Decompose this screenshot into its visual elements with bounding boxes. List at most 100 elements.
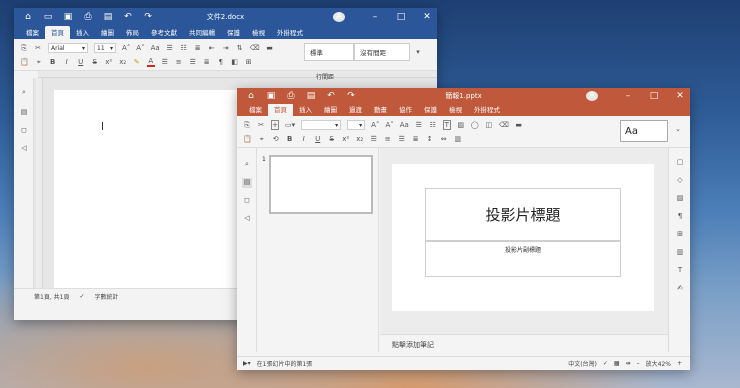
- menu-file[interactable]: 檔案: [243, 103, 268, 116]
- menu-protection[interactable]: 保護: [221, 26, 246, 39]
- menu-layout[interactable]: 佈局: [120, 26, 145, 39]
- align-center-icon[interactable]: ≡: [384, 135, 392, 143]
- font-size-select[interactable]: ▾: [347, 120, 366, 130]
- avatar[interactable]: A: [333, 12, 345, 22]
- superscript-icon[interactable]: x²: [342, 135, 350, 143]
- justify-icon[interactable]: ≣: [203, 58, 211, 66]
- redo-icon[interactable]: ↷: [345, 90, 357, 102]
- font-grow-icon[interactable]: A˄: [371, 121, 379, 129]
- text-direction-icon[interactable]: ⇔: [440, 135, 448, 143]
- slide-settings-icon[interactable]: ▢: [675, 158, 685, 168]
- slides-panel-icon[interactable]: ▤: [242, 178, 252, 188]
- font-name-select[interactable]: Arial ▾: [48, 43, 88, 53]
- folder-icon[interactable]: ▭: [42, 11, 54, 23]
- fit-width-icon[interactable]: ⇹: [626, 360, 631, 367]
- menu-insert[interactable]: 插入: [70, 26, 95, 39]
- undo-icon[interactable]: ↶: [122, 11, 134, 23]
- menu-plugins[interactable]: 外掛程式: [271, 26, 309, 39]
- font-size-select[interactable]: 11 ▾: [94, 43, 116, 53]
- style-no-spacing[interactable]: 沒有間距: [354, 43, 410, 61]
- paragraph-settings-icon[interactable]: ¶: [675, 212, 685, 222]
- shape-icon[interactable]: ▬: [266, 44, 274, 52]
- change-case-icon[interactable]: Aa: [400, 121, 409, 129]
- align-left-icon[interactable]: ☰: [161, 58, 169, 66]
- indent-increase-icon[interactable]: ⇥: [222, 44, 230, 52]
- align-center-icon[interactable]: ≡: [175, 58, 183, 66]
- align-right-icon[interactable]: ☰: [398, 135, 406, 143]
- eraser-icon[interactable]: ⌫: [499, 121, 509, 129]
- format-painter-icon[interactable]: ⌖: [35, 58, 43, 67]
- feedback-icon[interactable]: ◁: [19, 144, 29, 154]
- save-icon[interactable]: ▣: [62, 11, 74, 23]
- align-right-icon[interactable]: ☰: [189, 58, 197, 66]
- columns-icon[interactable]: ▥: [454, 135, 462, 143]
- add-slide-icon[interactable]: +: [271, 120, 279, 130]
- quick-print-icon[interactable]: ▤: [305, 90, 317, 102]
- numbering-icon[interactable]: ☷: [180, 44, 188, 52]
- theme-preview[interactable]: Aa: [620, 120, 668, 142]
- menu-file[interactable]: 檔案: [20, 26, 45, 39]
- print-icon[interactable]: ⎙: [82, 11, 94, 23]
- minimize-icon[interactable]: –: [622, 91, 634, 101]
- bold-icon[interactable]: B: [286, 135, 294, 143]
- text-art-icon[interactable]: T: [675, 266, 685, 276]
- menu-draw[interactable]: 繪圖: [95, 26, 120, 39]
- chat-icon[interactable]: ◻: [19, 126, 29, 136]
- eraser-icon[interactable]: ⌫: [250, 44, 260, 52]
- align-left-icon[interactable]: ☰: [370, 135, 378, 143]
- sort-icon[interactable]: ⇅: [236, 44, 244, 52]
- menu-plugins[interactable]: 外掛程式: [468, 103, 506, 116]
- home-icon[interactable]: ⌂: [245, 90, 257, 102]
- subscript-icon[interactable]: x₂: [356, 135, 364, 143]
- language-select[interactable]: 中文(台灣): [568, 359, 597, 368]
- text-box-icon[interactable]: T: [442, 120, 451, 130]
- chart-settings-icon[interactable]: ▥: [675, 248, 685, 258]
- bold-icon[interactable]: B: [49, 58, 57, 66]
- zoom-out-icon[interactable]: –: [637, 360, 640, 367]
- borders-icon[interactable]: ⊞: [245, 58, 253, 66]
- arrange-icon[interactable]: ◫: [485, 121, 493, 129]
- avatar[interactable]: A: [586, 91, 598, 101]
- font-color-icon[interactable]: A: [146, 57, 155, 67]
- indent-decrease-icon[interactable]: ⇤: [208, 44, 216, 52]
- cut-icon[interactable]: ✂: [257, 121, 265, 129]
- font-name-select[interactable]: ▾: [301, 120, 342, 130]
- print-icon[interactable]: ⎙: [285, 90, 297, 102]
- strikethrough-icon[interactable]: S: [328, 135, 336, 143]
- menu-home[interactable]: 首頁: [45, 26, 70, 39]
- slide-thumbnail[interactable]: [269, 155, 373, 214]
- comments-icon[interactable]: ◻: [242, 196, 252, 206]
- spellcheck-icon[interactable]: ✓: [603, 360, 608, 367]
- quick-print-icon[interactable]: ▤: [102, 11, 114, 23]
- normal-view-icon[interactable]: ▦: [614, 360, 620, 367]
- maximize-icon[interactable]: □: [395, 12, 407, 22]
- menu-collaboration[interactable]: 共同編輯: [183, 26, 221, 39]
- line-spacing-icon[interactable]: ↕: [426, 135, 434, 143]
- menu-insert[interactable]: 插入: [293, 103, 318, 116]
- menu-transitions[interactable]: 過渡: [343, 103, 368, 116]
- menu-references[interactable]: 參考文獻: [145, 26, 183, 39]
- format-painter-icon[interactable]: ⌖: [258, 135, 266, 144]
- shape-settings-icon[interactable]: ◇: [675, 176, 685, 186]
- justify-icon[interactable]: ≣: [412, 135, 420, 143]
- search-icon[interactable]: ⌕: [242, 160, 252, 170]
- table-settings-icon[interactable]: ⊞: [675, 230, 685, 240]
- image-settings-icon[interactable]: ▨: [675, 194, 685, 204]
- shapes-icon[interactable]: ◯: [471, 121, 479, 129]
- highlight-icon[interactable]: ✎: [133, 58, 141, 66]
- shading-icon[interactable]: ◧: [231, 58, 239, 66]
- slide-layout-icon[interactable]: ▭▾: [285, 121, 295, 129]
- slideshow-icon[interactable]: ▶▾: [243, 360, 251, 367]
- undo-icon[interactable]: ↶: [325, 90, 337, 102]
- copy-icon[interactable]: ⎘: [20, 44, 28, 53]
- home-icon[interactable]: ⌂: [22, 11, 34, 23]
- cut-icon[interactable]: ✂: [34, 44, 42, 52]
- close-icon[interactable]: ✕: [421, 12, 433, 22]
- font-grow-icon[interactable]: A˄: [122, 44, 130, 52]
- zoom-in-icon[interactable]: +: [677, 360, 682, 367]
- word-count[interactable]: 字數統計: [94, 292, 118, 301]
- document-page[interactable]: [54, 90, 244, 302]
- underline-icon[interactable]: U: [77, 58, 85, 66]
- copy-icon[interactable]: ⎘: [243, 121, 251, 130]
- menu-home[interactable]: 首頁: [268, 103, 293, 116]
